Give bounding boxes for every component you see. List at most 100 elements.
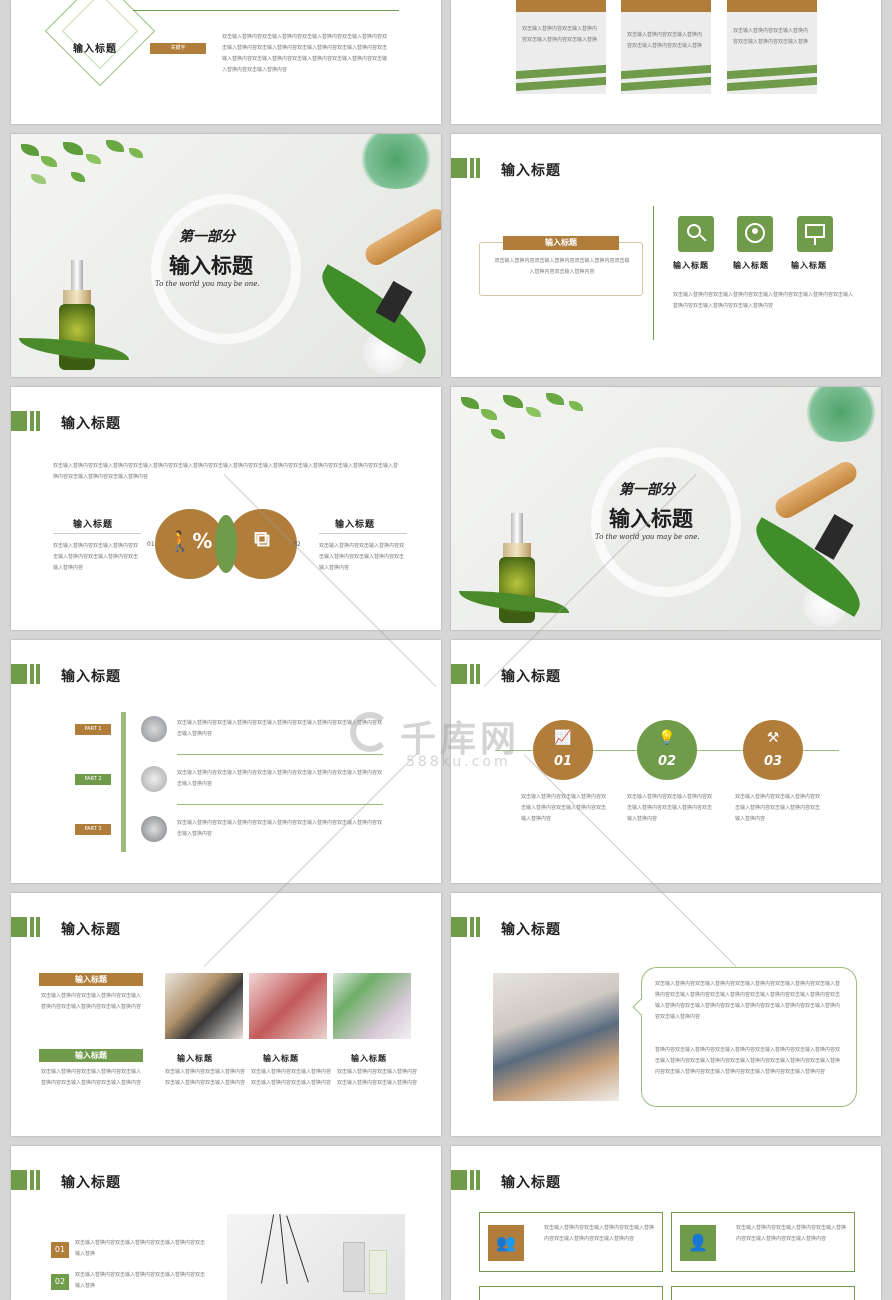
- card-1: 双击输入替换内容双击输入替换内容双击输入替换内容双击输入替换: [516, 0, 606, 94]
- slide-cover-1[interactable]: 第一部分 输入标题 To the world you may be one.: [11, 134, 441, 377]
- step-3[interactable]: ⚒ 03: [743, 720, 803, 780]
- title-bars: [451, 917, 481, 937]
- box-1: 👥 双击输入替换内容双击输入替换内容双击输入替换内容双击输入替换内容双击输入替换…: [479, 1212, 663, 1272]
- branch-leaves: [11, 134, 161, 214]
- icon-item-3[interactable]: 输入标题: [791, 216, 841, 271]
- slide-boxes[interactable]: 输入标题 👥 双击输入替换内容双击输入替换内容双击输入替换内容双击输入替换内容双…: [451, 1146, 881, 1300]
- timeline-bar: [121, 712, 126, 852]
- search-chart-icon: [678, 216, 714, 252]
- slide-quote[interactable]: 输入标题 双击输入替换内容双击输入替换内容双击输入替换内容双击输入替换内容双击输…: [451, 893, 881, 1136]
- part-2-rule: [177, 804, 383, 805]
- title-bars: [11, 664, 41, 684]
- step-2[interactable]: 💡 02: [637, 720, 697, 780]
- card-3-header: [727, 0, 817, 12]
- photo-eyeshadow: [249, 973, 327, 1039]
- bubble-para-2: 替换内容双击输入替换内容双击输入替换内容双击输入替换内容双击输入替换内容双击输入…: [655, 1047, 841, 1075]
- cover-part: 第一部分: [619, 482, 675, 498]
- slide-cards[interactable]: 双击输入替换内容双击输入替换内容双击输入替换内容双击输入替换 双击输入替换内容双…: [451, 0, 881, 124]
- part-3-tag: PART 3: [75, 824, 111, 835]
- box-label: 输入标题: [503, 236, 619, 250]
- slide-list[interactable]: 输入标题 01 双击输入替换内容双击输入替换内容双击输入替换内容双击输入替换 0…: [11, 1146, 441, 1300]
- slide-cover-2[interactable]: 第一部分 输入标题 To the world you may be one.: [451, 387, 881, 630]
- box-2: 👤 双击输入替换内容双击输入替换内容双击输入替换内容双击输入替换内容双击输入替换…: [671, 1212, 855, 1272]
- part-2-photo: [141, 766, 167, 792]
- title-bars: [11, 411, 41, 431]
- item-2-num: 02: [51, 1274, 69, 1290]
- photo-foundation: [165, 973, 243, 1039]
- photo-3-text: 双击输入替换内容双击输入替换内容双击输入替换内容双击输入替换内容: [337, 1069, 418, 1086]
- card-3-text: 双击输入替换内容双击输入替换内容双击输入替换内容双击输入替换: [733, 28, 809, 45]
- title-bars: [451, 1170, 481, 1190]
- part-3-photo: [141, 816, 167, 842]
- title-bars: [451, 158, 481, 178]
- slide-title: 输入标题: [61, 922, 121, 938]
- step-2-text: 双击输入替换内容双击输入替换内容双击输入替换内容双击输入替换内容双击输入替换内容: [627, 794, 713, 822]
- photo-1-heading: 输入标题: [177, 1053, 213, 1063]
- step-3-text: 双击输入替换内容双击输入替换内容双击输入替换内容双击输入替换内容双击输入替换内容: [735, 794, 821, 822]
- presentation-icon: [797, 216, 833, 252]
- green-splash: [356, 134, 436, 189]
- icon-item-2-label: 输入标题: [733, 260, 769, 270]
- keyword-body: 双击输入替换内容双击输入替换内容双击输入替换内容双击输入替换内容双击输入替换内容…: [222, 34, 388, 73]
- block-2-text: 双击输入替换内容双击输入替换内容双击输入替换内容双击输入替换内容双击输入替换内容: [41, 1069, 142, 1086]
- slide-title: 输入标题: [61, 1175, 121, 1191]
- icon-item-1-label: 输入标题: [673, 260, 709, 270]
- intro-text: 双击输入替换内容双击输入替换内容双击输入替换内容双击输入替换内容双击输入替换内容…: [53, 463, 399, 480]
- card-3: 双击输入替换内容双击输入替换内容双击输入替换内容双击输入替换: [727, 0, 817, 94]
- slide-title: 输入标题: [501, 163, 561, 179]
- item-1-num: 01: [51, 1242, 69, 1258]
- layers-icon: ⧉: [254, 527, 270, 552]
- photo-diffuser: [227, 1214, 405, 1300]
- card-3-stripe-2: [727, 76, 817, 92]
- card-2-text: 双击输入替换内容双击输入替换内容双击输入替换内容双击输入替换: [627, 32, 703, 49]
- slide-gallery[interactable]: 输入标题 输入标题 双击输入替换内容双击输入替换内容双击输入替换内容双击输入替换…: [11, 893, 441, 1136]
- title-bars: [11, 1170, 41, 1190]
- part-3-text: 双击输入替换内容双击输入替换内容双击输入替换内容双击输入替换内容双击输入替换内容…: [177, 820, 383, 837]
- item-2-text: 双击输入替换内容双击输入替换内容双击输入替换内容双击输入替换: [75, 1272, 206, 1289]
- title-bars: [451, 664, 481, 684]
- slide-icons[interactable]: 输入标题 输入标题 双击输入替换内容双击输入替换内容双击输入替换内容双击输入替换…: [451, 134, 881, 377]
- fern-left: [459, 591, 569, 613]
- right-body: 双击输入替换内容双击输入替换内容双击输入替换内容双击输入替换内容双击输入替换内容: [319, 543, 405, 571]
- photo-2-heading: 输入标题: [263, 1053, 299, 1063]
- block-2-label: 输入标题: [39, 1049, 143, 1062]
- photo-brushes: [333, 973, 411, 1039]
- num-left: 01: [147, 541, 155, 548]
- title-bars: [11, 917, 41, 937]
- photo-2-text: 双击输入替换内容双击输入替换内容双击输入替换内容双击输入替换内容: [251, 1069, 332, 1086]
- right-heading: 输入标题: [335, 520, 376, 530]
- photo-3-heading: 输入标题: [351, 1053, 387, 1063]
- icon-item-3-label: 输入标题: [791, 260, 827, 270]
- branch-leaves: [451, 387, 601, 467]
- part-1-photo: [141, 716, 167, 742]
- right-rule: [319, 533, 407, 534]
- box-4-edge: [671, 1286, 855, 1300]
- box-2-text: 双击输入替换内容双击输入替换内容双击输入替换内容双击输入替换内容双击输入替换内容: [736, 1225, 847, 1242]
- slide-title: 输入标题: [501, 669, 561, 685]
- icon-item-2[interactable]: 输入标题: [733, 216, 783, 271]
- cover-subtitle: To the world you may be one.: [155, 280, 260, 288]
- wooden-brush: [361, 204, 441, 270]
- card-1-header: [516, 0, 606, 12]
- slide-compare[interactable]: 输入标题 双击输入替换内容双击输入替换内容双击输入替换内容双击输入替换内容双击输…: [11, 387, 441, 630]
- watermark-logo-icon: [350, 712, 390, 752]
- icon-item-1[interactable]: 输入标题: [673, 216, 723, 271]
- box-3-edge: [479, 1286, 663, 1300]
- left-body: 双击输入替换内容双击输入替换内容双击输入替换内容双击输入替换内容双击输入替换内容: [53, 543, 139, 571]
- group-icon: 👥: [488, 1225, 524, 1261]
- user-icon: 👤: [680, 1225, 716, 1261]
- slide-title: 输入标题: [61, 416, 121, 432]
- team-icon: [737, 216, 773, 252]
- bubble-para-1: 双击输入替换内容双击输入替换内容双击输入替换内容双击输入替换内容双击输入替换内容…: [655, 981, 841, 1020]
- step-2-num: 02: [657, 754, 677, 769]
- block-1-label: 输入标题: [39, 973, 143, 986]
- top-rule: [133, 10, 399, 11]
- cover-title: 输入标题: [169, 253, 253, 278]
- slide-title: 输入标题: [501, 922, 561, 938]
- card-2: 双击输入替换内容双击输入替换内容双击输入替换内容双击输入替换: [621, 0, 711, 94]
- step-3-num: 03: [763, 754, 783, 769]
- circle-overlap: [215, 515, 237, 573]
- wooden-brush: [771, 457, 861, 523]
- keyword-title: 输入标题: [73, 44, 117, 55]
- slide-keyword[interactable]: 输入标题 关键字 双击输入替换内容双击输入替换内容双击输入替换内容双击输入替换内…: [11, 0, 441, 124]
